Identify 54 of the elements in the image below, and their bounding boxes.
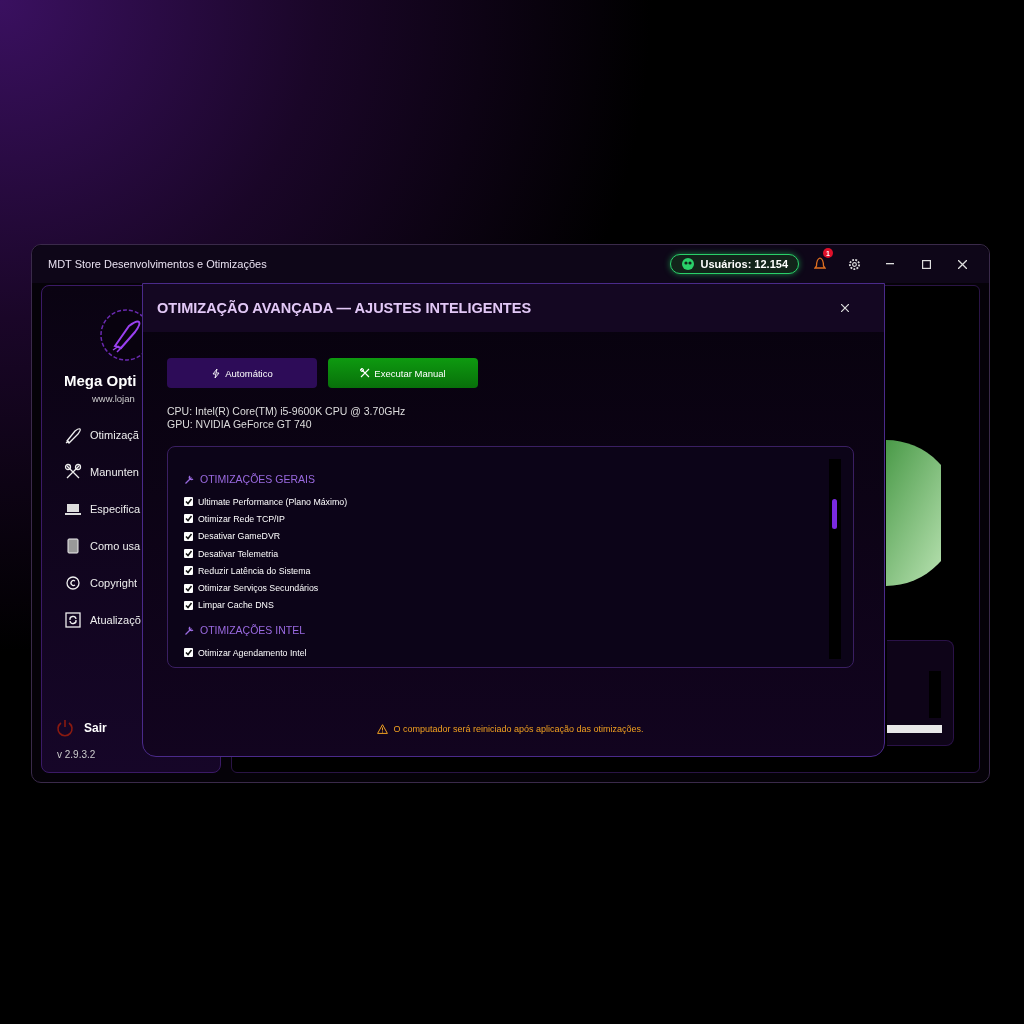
close-icon [841, 304, 849, 312]
checkbox[interactable] [184, 566, 193, 576]
checkbox[interactable] [184, 514, 193, 524]
window-title: MDT Store Desenvolvimentos e Otimizações [48, 258, 268, 270]
sidebar-item[interactable]: Copyright [64, 574, 141, 592]
version-text: v 2.9.3.2 [56, 749, 96, 760]
option-label: Reduzir Latência do Sistema [198, 565, 311, 576]
sidebar-item[interactable]: Como usa [64, 537, 141, 555]
option-label: Otimizar Agendamento Intel [198, 647, 307, 658]
close-icon [957, 259, 967, 269]
sidebar-item[interactable]: Otimizaçã [64, 426, 141, 444]
users-badge: Usuários: 12.154 [669, 254, 799, 274]
maximize-icon [921, 259, 931, 269]
wrench-icon [184, 473, 195, 485]
copyright-icon [64, 574, 82, 592]
option-label: Limpar Cache DNS [198, 600, 274, 611]
update-icon [64, 611, 82, 629]
warning-icon [377, 724, 389, 734]
section-title: OTIMIZAÇÕES INTEL [200, 624, 305, 637]
sidebar-item[interactable]: Atualizaçõ [64, 611, 141, 629]
cpu-info: CPU: Intel(R) Core(TM) i5-9600K CPU @ 3.70GHz [167, 405, 407, 418]
gpu-info: GPU: NVIDIA GeForce GT 740 [167, 418, 313, 431]
checkbox[interactable] [184, 549, 193, 559]
tools-icon [360, 367, 371, 379]
option-label: Otimizar Serviços Secundários [198, 583, 319, 594]
warning-text: O computador será reiniciado após aplicação das otimizações. [393, 724, 644, 734]
bell-icon[interactable] [814, 257, 826, 271]
option-label: Ultimate Performance (Plano Máximo) [198, 496, 348, 507]
book-icon [64, 537, 82, 555]
website-text: www.lojan [92, 393, 135, 404]
dialog-title: OTIMIZAÇÃO AVANÇADA — AJUSTES INTELIGENTES [157, 300, 533, 316]
sidebar-item[interactable]: Manunten [64, 463, 141, 481]
checkbox[interactable] [184, 583, 193, 593]
checkbox[interactable] [184, 497, 193, 507]
minimize-icon [886, 263, 894, 265]
power-icon [56, 719, 74, 737]
bolt-icon [211, 367, 222, 379]
checkbox[interactable] [184, 531, 193, 541]
settings-icon [847, 257, 861, 271]
checkbox[interactable] [184, 600, 193, 610]
manual-button[interactable]: Executar Manual [328, 358, 478, 388]
option-label: Desativar Telemetria [198, 548, 279, 559]
tools-icon [64, 463, 82, 481]
checkbox[interactable] [184, 648, 193, 658]
wrench-icon [184, 624, 195, 636]
scrollbar[interactable] [829, 459, 841, 659]
sidebar-item[interactable]: Especifica [64, 500, 141, 518]
users-icon [680, 258, 695, 270]
option-label: Desativar GameDVR [198, 531, 281, 542]
app-name: Mega Opti [64, 372, 137, 389]
section-title: OTIMIZAÇÕES GERAIS [200, 473, 315, 485]
option-label: Otimizar Rede TCP/IP [198, 513, 285, 524]
auto-button[interactable]: Automático [167, 358, 317, 388]
exit-button[interactable]: Sair [42, 719, 107, 737]
